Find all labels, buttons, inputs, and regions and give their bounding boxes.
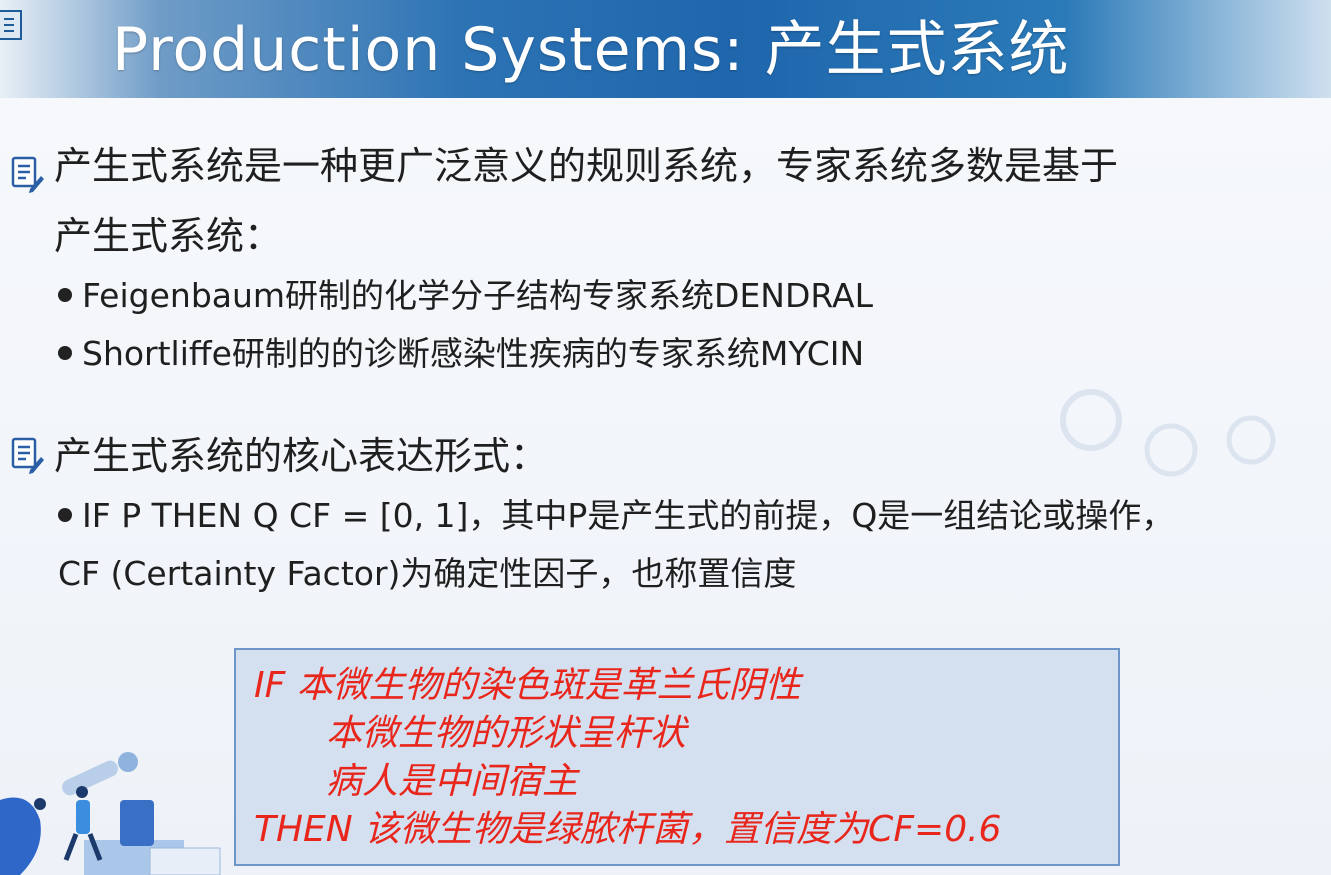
bullet-dot (58, 507, 72, 522)
rule-then-line: THEN 该微生物是绿脓杆菌，置信度为CF=0.6 (254, 809, 1002, 850)
rule-example-box: IF 本微生物的染色斑是革兰氏阴性 本微生物的形状呈杆状 病人是中间宿主 THE… (234, 648, 1120, 866)
bullet-dot (58, 345, 72, 360)
bullet-text-mycin: Shortliffe研制的的诊断感染性疾病的专家系统MYCIN (82, 334, 865, 373)
certainty-factor-text: CF (Certainty Factor)为确定性因子，也称置信度 (58, 554, 797, 593)
slide: Production Systems: 产生式系统 产生式系统是一种更广泛意义的… (0, 0, 1331, 875)
bullet-item: Shortliffe研制的的诊断感染性疾病的专家系统MYCIN (58, 332, 864, 376)
slide-title: Production Systems: 产生式系统 (112, 15, 1070, 85)
section1-line1: 产生式系统是一种更广泛意义的规则系统，专家系统多数是基于 (54, 144, 1119, 188)
bullet-item: IF P THEN Q CF = [0, 1]，其中P是产生式的前提，Q是一组结… (58, 494, 1174, 538)
document-icon[interactable] (0, 10, 22, 40)
robot-arm-illustration (0, 752, 221, 875)
notepad-pencil-icon (11, 156, 44, 193)
section2-heading: 产生式系统的核心表达形式： (54, 434, 549, 478)
bullet-dot (58, 287, 72, 302)
section1-line2: 产生式系统： (54, 214, 283, 258)
rule-if-line: IF 本微生物的染色斑是革兰氏阴性 (254, 665, 801, 706)
bullet-text-dendral: Feigenbaum研制的化学分子结构专家系统DENDRAL (82, 276, 873, 315)
rule-condition-2: 本微生物的形状呈杆状 (326, 713, 687, 754)
rule-condition-3: 病人是中间宿主 (326, 761, 579, 802)
notepad-pencil-icon (11, 437, 44, 474)
watermark-logo (1060, 389, 1276, 477)
title-banner: Production Systems: 产生式系统 (0, 0, 1331, 98)
rule-form-text: IF P THEN Q CF = [0, 1]，其中P是产生式的前提，Q是一组结… (82, 496, 1175, 535)
bullet-item: Feigenbaum研制的化学分子结构专家系统DENDRAL (58, 274, 873, 318)
